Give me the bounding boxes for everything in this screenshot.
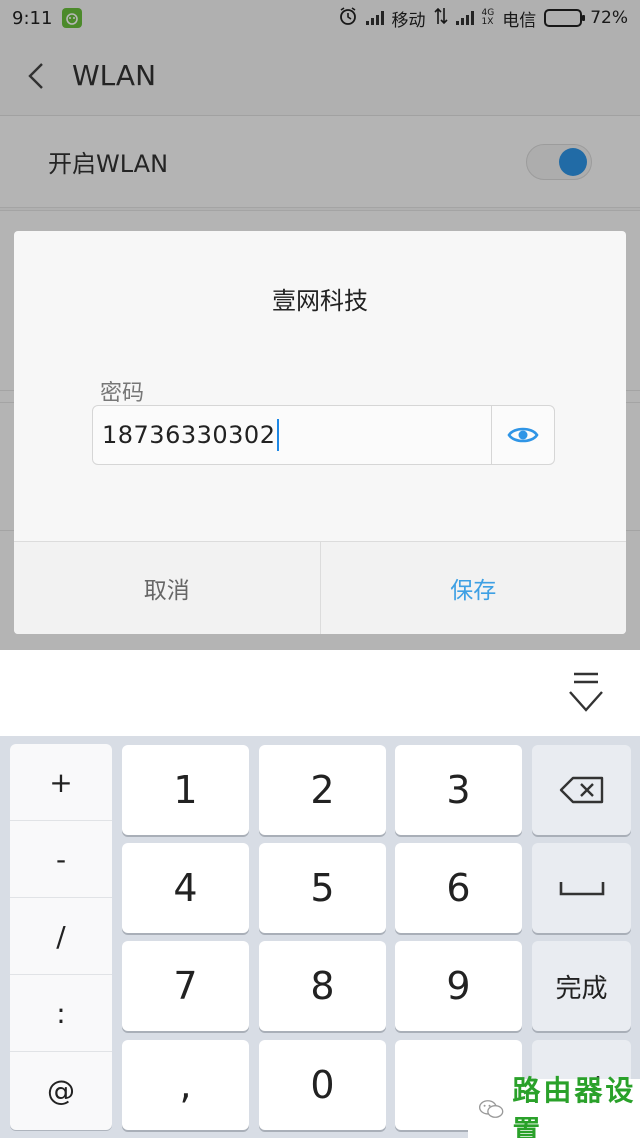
dialog-actions: 取消 保存 xyxy=(14,541,626,634)
eye-icon xyxy=(507,427,539,443)
space-icon xyxy=(559,882,604,896)
password-value: 18736330302 xyxy=(102,421,276,449)
watermark-text: 路由器设置 xyxy=(512,1073,637,1138)
done-key[interactable]: 完成 xyxy=(532,941,631,1031)
key-at[interactable]: @ xyxy=(10,1052,112,1129)
wifi-password-dialog: 壹网科技 密码 18736330302 取消 保存 xyxy=(14,231,626,634)
key-5[interactable]: 5 xyxy=(259,843,386,933)
wechat-icon xyxy=(478,1099,504,1118)
key-slash[interactable]: / xyxy=(10,898,112,975)
key-3[interactable]: 3 xyxy=(395,745,522,835)
key-4[interactable]: 4 xyxy=(122,843,249,933)
space-key[interactable] xyxy=(532,843,631,933)
backspace-icon xyxy=(559,776,603,804)
symbol-column: + - / : @ xyxy=(10,744,112,1130)
key-0[interactable]: 0 xyxy=(259,1040,386,1130)
password-label: 密码 xyxy=(100,381,145,406)
keyboard-collapse-icon[interactable] xyxy=(566,670,606,716)
key-1[interactable]: 1 xyxy=(122,745,249,835)
show-password-button[interactable] xyxy=(491,406,554,464)
text-cursor xyxy=(277,419,280,451)
password-field[interactable]: 18736330302 xyxy=(92,405,555,465)
key-plus[interactable]: + xyxy=(10,744,112,821)
key-8[interactable]: 8 xyxy=(259,941,386,1031)
key-6[interactable]: 6 xyxy=(395,843,522,933)
save-button[interactable]: 保存 xyxy=(321,542,627,634)
key-7[interactable]: 7 xyxy=(122,941,249,1031)
keyboard-toolbar xyxy=(0,650,640,736)
key-colon[interactable]: : xyxy=(10,975,112,1052)
watermark: 路由器设置 xyxy=(468,1074,640,1138)
backspace-key[interactable] xyxy=(532,745,631,835)
key-comma[interactable]: , xyxy=(122,1040,249,1130)
key-9[interactable]: 9 xyxy=(395,941,522,1031)
dialog-title: 壹网科技 xyxy=(272,287,368,315)
done-key-label: 完成 xyxy=(555,973,608,1004)
key-minus[interactable]: - xyxy=(10,821,112,898)
cancel-button[interactable]: 取消 xyxy=(14,542,321,634)
key-2[interactable]: 2 xyxy=(259,745,386,835)
password-input[interactable]: 18736330302 xyxy=(93,419,280,451)
